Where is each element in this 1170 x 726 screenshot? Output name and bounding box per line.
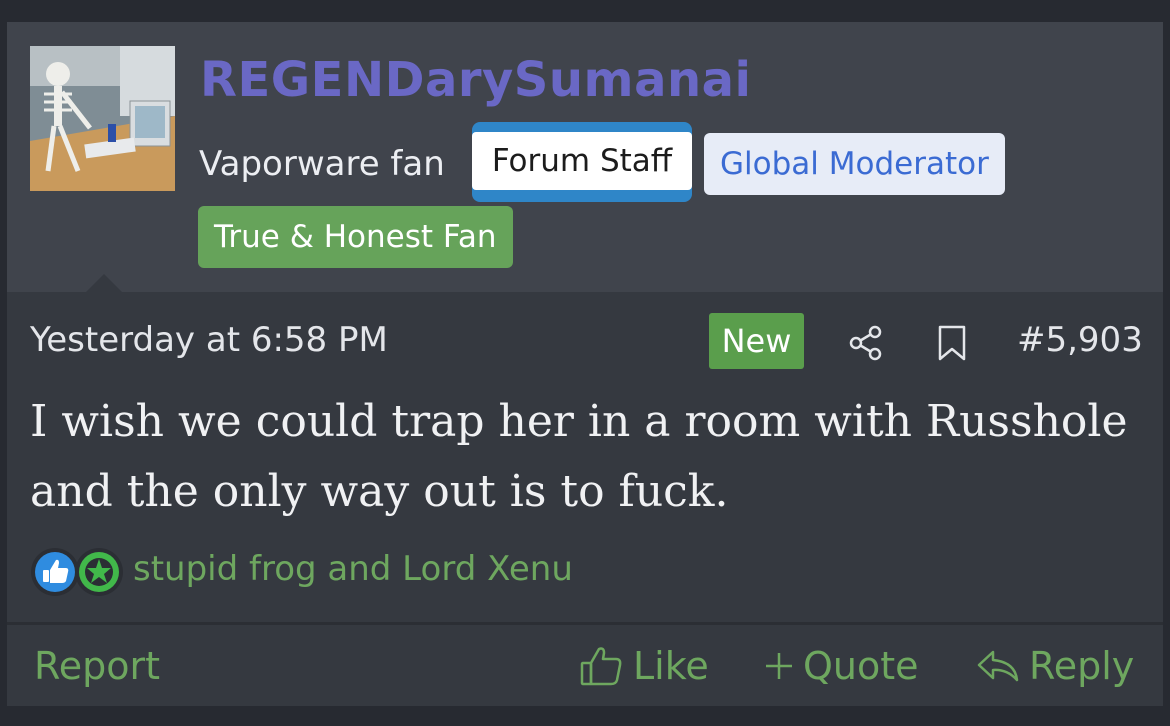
- like-button[interactable]: Like: [579, 644, 709, 688]
- star-reaction-icon: [73, 546, 125, 602]
- quote-button[interactable]: Quote: [763, 644, 919, 688]
- skeleton-at-desk-avatar: [30, 46, 175, 191]
- username[interactable]: REGENDarySumanai: [200, 52, 751, 108]
- reaction-users[interactable]: stupid frog and Lord Xenu: [133, 549, 573, 589]
- quote-label: Quote: [803, 644, 919, 688]
- post-timestamp[interactable]: Yesterday at 6:58 PM: [30, 320, 388, 360]
- bookmark-icon[interactable]: [935, 324, 969, 366]
- plus-icon: [766, 653, 792, 679]
- user-info-block: REGENDarySumanai Vaporware fan Forum Sta…: [7, 22, 1163, 292]
- share-icon[interactable]: [847, 324, 885, 366]
- avatar[interactable]: [30, 46, 175, 191]
- like-label: Like: [633, 644, 709, 688]
- forum-staff-badge: Forum Staff: [472, 122, 692, 202]
- report-button[interactable]: Report: [34, 644, 160, 688]
- post-message: I wish we could trap her in a room with …: [30, 396, 1128, 517]
- user-title: Vaporware fan: [199, 144, 445, 184]
- thumbs-up-icon: [580, 647, 622, 686]
- footer-divider: [7, 622, 1163, 625]
- forum-post: REGENDarySumanai Vaporware fan Forum Sta…: [7, 22, 1163, 706]
- reply-arrow-icon: [977, 650, 1019, 682]
- reply-button[interactable]: Reply: [975, 644, 1134, 688]
- new-badge: New: [709, 313, 804, 369]
- global-moderator-badge: Global Moderator: [704, 133, 1005, 195]
- reply-label: Reply: [1029, 644, 1135, 688]
- user-block-pointer: [86, 274, 122, 292]
- post-number[interactable]: #5,903: [1017, 320, 1143, 360]
- report-label: Report: [34, 644, 160, 688]
- true-honest-fan-badge: True & Honest Fan: [198, 206, 513, 268]
- forum-staff-badge-label: Forum Staff: [472, 132, 692, 190]
